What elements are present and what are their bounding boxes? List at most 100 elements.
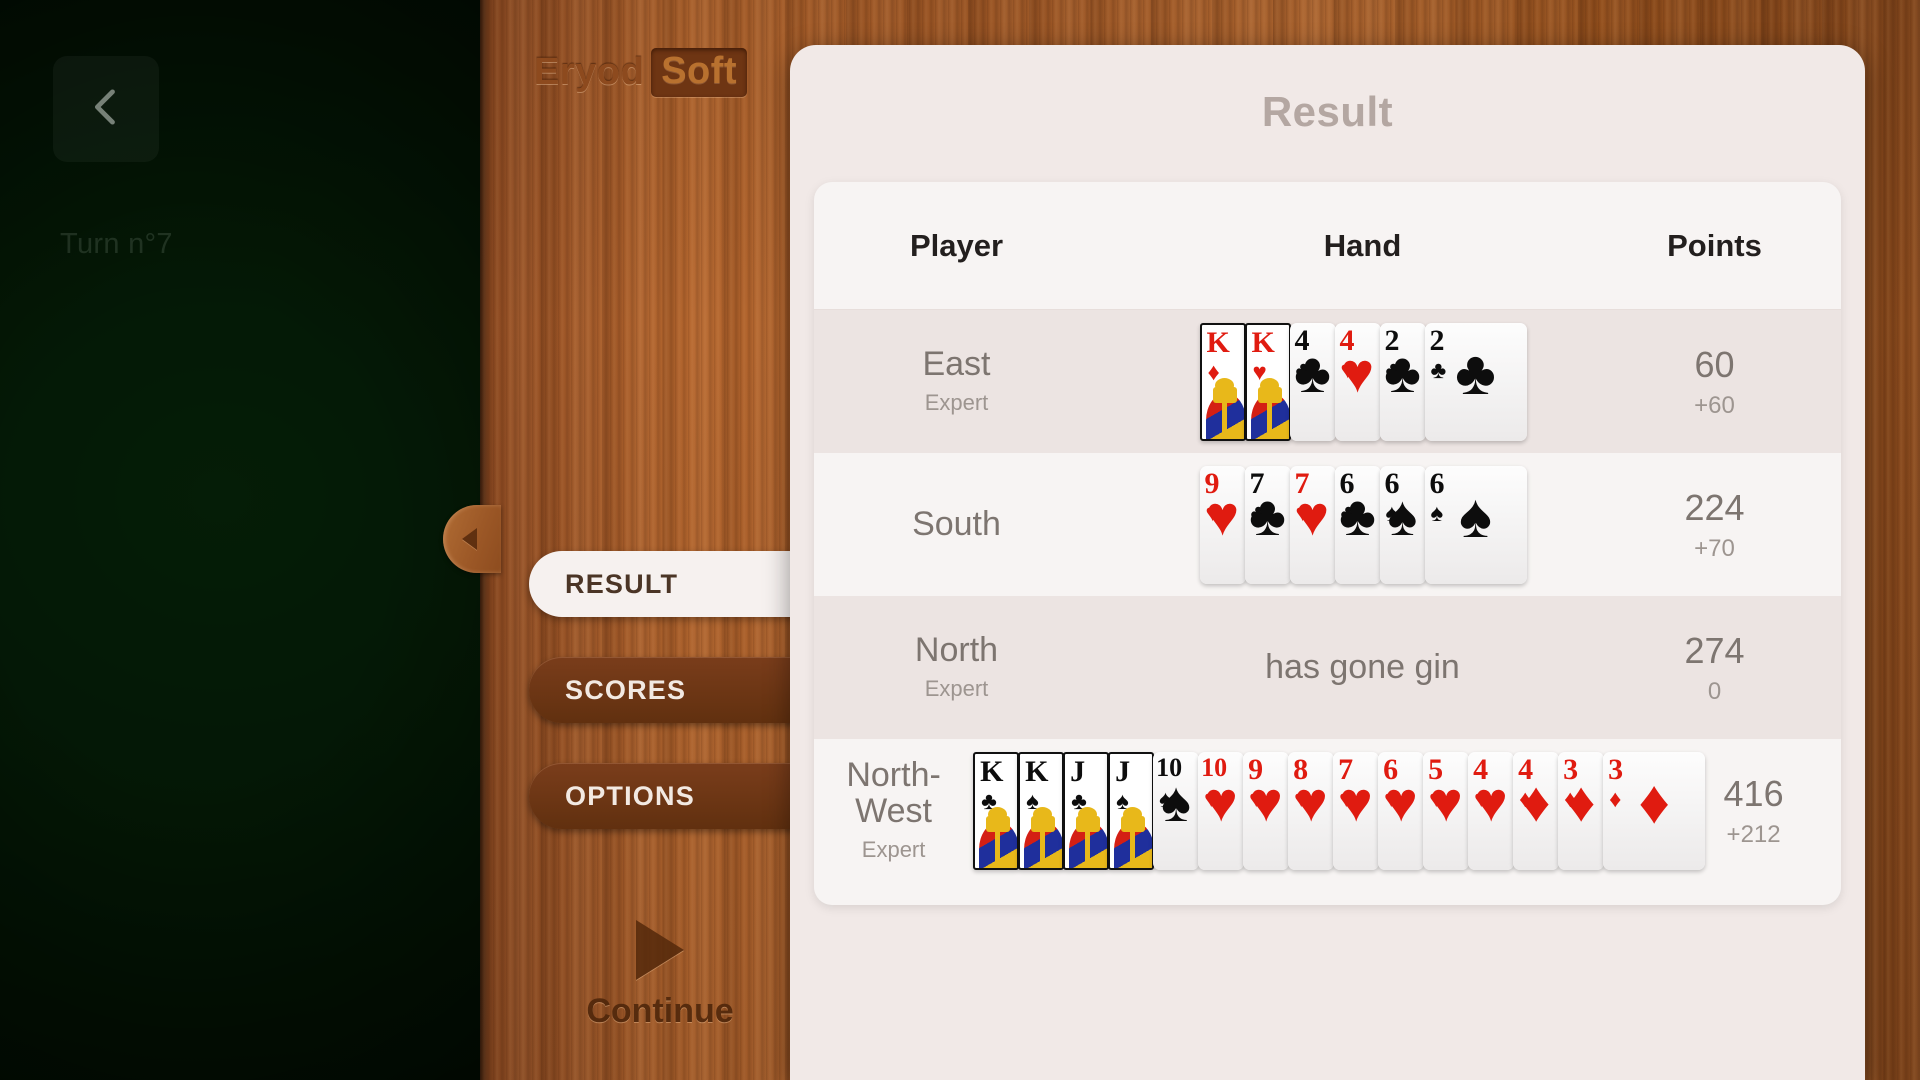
card-suit-large: ♦ [1566,769,1596,833]
results-table-header: Player Hand Points [814,182,1841,310]
card-suit-large: ♣ [1339,483,1376,547]
card-suit-large: ♥ [1340,340,1375,404]
card-rank: K [1251,325,1275,359]
card-suit-large: ♣ [1249,483,1286,547]
card-hand: K ♣ K ♠ J ♣ J ♠ 10 ♠ ♠ 10 ♥ ♥ 9 ♥ ♥ 8 ♥ ♥ 7 ♥ ♥ 6 ♥ ♥ 5 ♥ ♥ 4 ♥ ♥ 4 ♦ ♦ 3 ♦ ♦… [973,751,1706,870]
dialog-title: Result [1261,88,1394,135]
playing-card: 4 ♦ ♦ [1513,751,1560,870]
turn-counter-label: Turn n°7 [60,228,173,260]
play-triangle-icon [636,920,684,980]
column-header-player: Player [909,227,1004,263]
card-rank: J [1070,754,1086,788]
player-name: South [912,504,1001,543]
modal-dim-overlay [0,0,480,1080]
player-level: Expert [861,836,926,862]
tab-result-label: RESULT [565,568,679,599]
playing-card: 6 ♥ ♥ [1378,751,1425,870]
table-row: South 9 ♥ ♥ 7 ♣ ♣ 7 ♥ ♥ 6 ♣ ♣ 6 ♠ ♠ 6 ♠ ♠ 224 +70 [814,453,1841,596]
card-suit-large: ♥ [1339,769,1373,833]
results-table: Player Hand Points East Expert K ♦ K ♥ 4 ♣ ♣ 4 ♥ ♥ 2… [814,182,1841,905]
playing-card: K ♠ [1018,751,1065,870]
results-table-body: East Expert K ♦ K ♥ 4 ♣ ♣ 4 ♥ ♥ 2 ♣ ♣ 2 ♣ ♣ 60 +60 South 9 ♥ ♥ 7… [814,310,1841,882]
card-suit-small: ♠ [1430,499,1444,527]
cell-player: North Expert [814,632,1099,702]
cell-hand: K ♣ K ♠ J ♣ J ♠ 10 ♠ ♠ 10 ♥ ♥ 9 ♥ ♥ 8 ♥ ♥ 7 ♥ ♥ 6 ♥ ♥ 5 ♥ ♥ 4 ♥ ♥ 4 ♦ ♦ 3 ♦ ♦… [973,739,1706,882]
face-card-artwork [1202,375,1244,439]
points-total: 416 [1723,772,1784,814]
cell-hand: K ♦ K ♥ 4 ♣ ♣ 4 ♥ ♥ 2 ♣ ♣ 2 ♣ ♣ [1099,310,1626,453]
playing-card: 4 ♥ ♥ [1468,751,1515,870]
points-delta: 0 [1707,677,1722,705]
points-delta: +70 [1694,534,1735,562]
card-rank: J [1115,754,1131,788]
brand-name: Eryod [534,51,645,93]
chevron-left-icon [80,81,132,138]
card-suit-small: ♣ [1430,356,1447,384]
cell-player: South [814,504,1099,543]
points-total: 224 [1684,486,1745,528]
player-level: Expert [924,675,989,701]
playing-card: 7 ♥ ♥ [1289,465,1336,584]
playing-card: 6 ♠ ♠ [1424,465,1527,584]
face-card-artwork [1247,375,1289,439]
tab-options-label: OPTIONS [565,780,695,811]
playing-card: 4 ♥ ♥ [1334,322,1381,441]
card-suit-large: ♥ [1295,483,1330,547]
back-button[interactable] [53,56,159,162]
column-header-points: Points [1667,227,1762,263]
playing-card: J ♠ [1108,751,1155,870]
card-suit-large: ♥ [1384,769,1418,833]
face-card-artwork [1065,804,1108,868]
card-suit-large: ♦ [1521,769,1551,833]
table-row: North-West Expert K ♣ K ♠ J ♣ J ♠ 10 ♠ ♠ 10 ♥ ♥ 9 ♥ ♥ 8 ♥ ♥ 7 ♥… [814,739,1841,882]
playing-card: 10 ♠ ♠ [1153,751,1200,870]
playing-card: K ♣ [973,751,1020,870]
continue-button[interactable]: Continue [560,920,760,1031]
card-rank: K [980,754,1004,788]
card-suit-large: ♣ [1294,340,1331,404]
card-suit-large: ♣ [1384,340,1421,404]
brand-logo: Eryod Soft [534,48,748,97]
face-card-artwork [1020,804,1063,868]
playing-card: 6 ♣ ♣ [1334,465,1381,584]
card-suit-large: ♠ [1161,769,1192,833]
cell-points: 224 +70 [1626,487,1841,563]
card-rank: 6 [1429,466,1445,500]
table-row: North Expert has gone gin 274 0 [814,596,1841,739]
playing-card: 3 ♦ ♦ [1558,751,1605,870]
card-suit-large: ♥ [1249,769,1283,833]
playing-card: 9 ♥ ♥ [1199,465,1246,584]
hand-message: has gone gin [1265,648,1460,686]
cell-player: East Expert [814,345,1099,416]
table-row: East Expert K ♦ K ♥ 4 ♣ ♣ 4 ♥ ♥ 2 ♣ ♣ 2 ♣ ♣ 60 +60 [814,310,1841,453]
playing-card: 6 ♠ ♠ [1379,465,1426,584]
playing-card: 3 ♦ ♦ [1603,751,1706,870]
cell-points: 274 0 [1626,630,1841,706]
card-suit-large: ♠ [1387,483,1418,547]
card-suit-large: ♥ [1205,483,1240,547]
points-delta: +60 [1694,391,1735,419]
points-total: 60 [1694,343,1735,385]
game-screen: Turn n°7 Eryod Soft RESULT SCORES OPTION… [0,0,1920,1080]
cell-hand: has gone gin [1099,596,1626,739]
card-hand: 9 ♥ ♥ 7 ♣ ♣ 7 ♥ ♥ 6 ♣ ♣ 6 ♠ ♠ 6 ♠ ♠ [1199,465,1527,584]
tab-scores-label: SCORES [565,674,687,705]
triangle-left-icon [461,528,477,550]
points-total: 274 [1684,629,1745,671]
card-suit-large: ♥ [1474,769,1508,833]
continue-label: Continue [586,992,734,1030]
brand-suffix: Soft [651,48,748,97]
playing-card: J ♣ [1063,751,1110,870]
playing-card: 4 ♣ ♣ [1289,322,1336,441]
player-name: North-West [846,756,941,830]
player-name: East [922,345,991,384]
playing-card: 8 ♥ ♥ [1288,751,1335,870]
face-card-artwork [1110,804,1153,868]
playing-card: K ♦ [1199,322,1246,441]
card-hand: K ♦ K ♥ 4 ♣ ♣ 4 ♥ ♥ 2 ♣ ♣ 2 ♣ ♣ [1199,322,1527,441]
playing-card: 7 ♥ ♥ [1333,751,1380,870]
card-rank: K [1206,325,1230,359]
cell-hand: 9 ♥ ♥ 7 ♣ ♣ 7 ♥ ♥ 6 ♣ ♣ 6 ♠ ♠ 6 ♠ ♠ [1099,453,1626,596]
card-suit-large: ♥ [1429,769,1463,833]
card-suit-small: ♦ [1609,785,1622,813]
